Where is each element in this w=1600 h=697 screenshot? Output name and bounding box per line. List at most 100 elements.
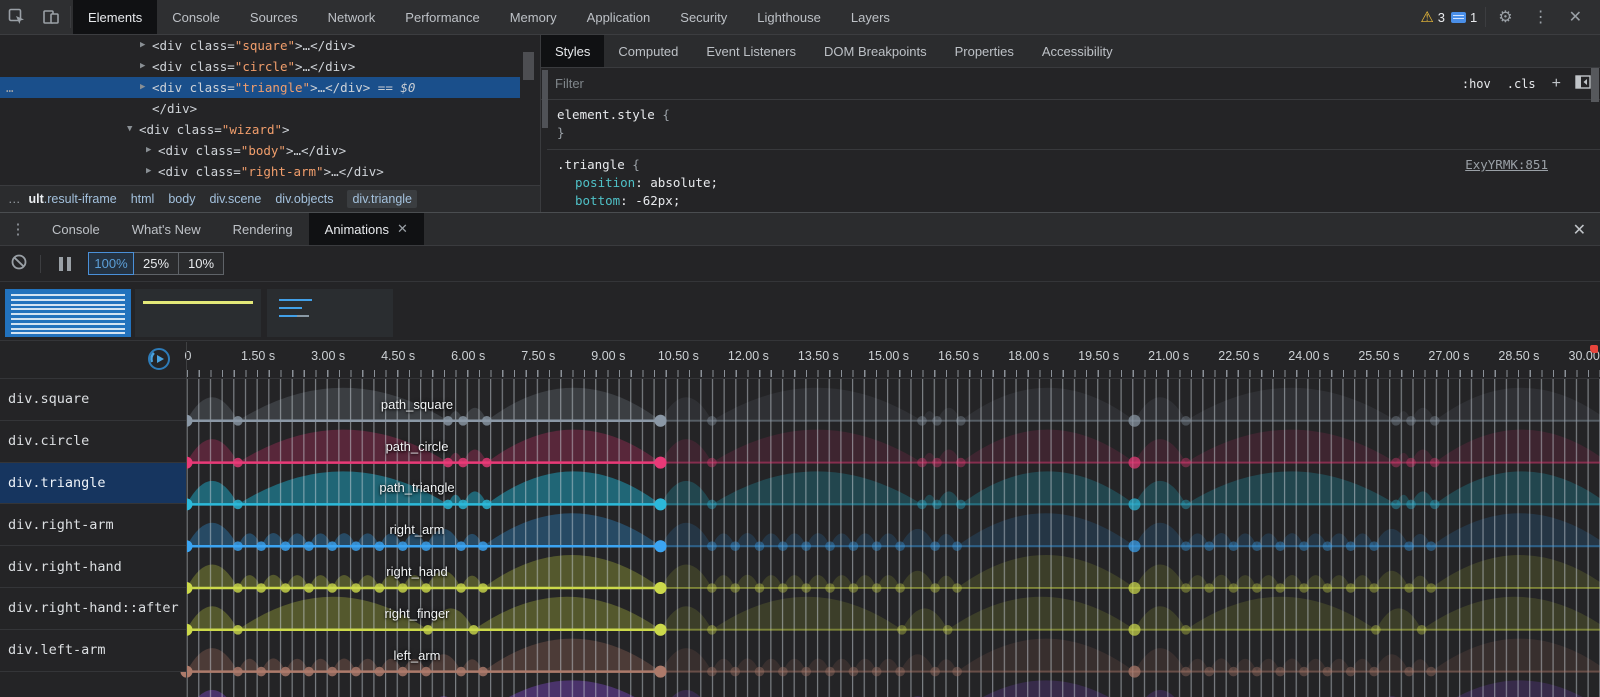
keyframe-dot[interactable] [917,500,927,510]
keyframe-dot[interactable] [707,583,717,593]
rule-selector[interactable]: element.style { [557,106,1600,124]
keyframe-dot[interactable] [956,416,966,426]
keyframe-dot[interactable] [256,541,266,551]
keyframe-dot[interactable] [930,667,940,677]
keyframe-dot[interactable] [730,541,740,551]
dom-row[interactable]: ▶<div class="circle">…</div> [0,56,520,77]
keyframe-dot[interactable] [1229,541,1239,551]
keyframe-dot[interactable] [707,541,717,551]
keyframe-dot[interactable] [375,541,385,551]
keyframe-dot[interactable] [655,498,667,510]
keyframe-dot[interactable] [952,583,962,593]
keyframe-dot[interactable] [1346,541,1356,551]
keyframe-dot[interactable] [1275,541,1285,551]
keyframe-dot[interactable] [443,416,453,426]
dom-row[interactable]: ▶<div class="body">…</div> [0,140,520,161]
keyframe-dot[interactable] [1346,583,1356,593]
keyframe-dot[interactable] [1371,625,1381,635]
keyframe-dot[interactable] [778,541,788,551]
keyframe-dot[interactable] [952,667,962,677]
keyframe-dot[interactable] [707,667,717,677]
keyframe-dot[interactable] [730,667,740,677]
track-node-div-left-arm[interactable]: div.left-arm [0,630,187,672]
issues-icon[interactable] [1451,12,1466,23]
keyframe-dot[interactable] [1129,624,1141,636]
keyframe-dot[interactable] [478,667,488,677]
keyframe-dot[interactable] [707,458,717,468]
keyframe-dot[interactable] [655,582,667,594]
keyframe-dot[interactable] [233,458,243,468]
animation-group-preview-2[interactable] [135,289,261,337]
rate-button-100[interactable]: 100% [88,252,134,275]
keyframe-dot[interactable] [233,625,243,635]
keyframe-dot[interactable] [801,541,811,551]
keyframe-dot[interactable] [755,541,765,551]
keyframe-dot[interactable] [1369,667,1379,677]
device-toolbar-icon[interactable] [34,0,68,34]
keyframe-dot[interactable] [443,458,453,468]
dom-row[interactable]: …▶<div class="triangle">…</div> == $0 [0,77,520,98]
keyframe-dot[interactable] [943,625,953,635]
new-style-rule-button[interactable]: + [1552,75,1561,93]
keyframe-dot[interactable] [1204,667,1214,677]
tab-application[interactable]: Application [572,0,666,34]
keyframe-dot[interactable] [1275,667,1285,677]
keyframe-dot[interactable] [930,583,940,593]
keyframe-dot[interactable] [801,667,811,677]
drawer-tab-console[interactable]: Console [36,213,116,245]
collapse-arrow-icon[interactable]: ▶ [140,77,145,98]
keyframe-dot[interactable] [932,458,942,468]
keyframe-dot[interactable] [1417,625,1427,635]
keyframe-dot[interactable] [1181,667,1191,677]
rule-selector[interactable]: .triangle { [557,156,1600,174]
keyframe-dot[interactable] [1229,583,1239,593]
track-node-div-right-hand[interactable]: div.right-hand [0,546,187,588]
keyframe-dot[interactable] [730,583,740,593]
track-node-div-square[interactable]: div.square [0,379,187,421]
keyframe-dot[interactable] [917,458,927,468]
keyframe-dot[interactable] [375,583,385,593]
issues-count[interactable]: 1 [1470,10,1477,25]
playhead-marker[interactable] [1590,345,1598,353]
breadcrumb-item[interactable]: div.scene [209,192,261,206]
keyframe-dot[interactable] [458,458,468,468]
keyframe-dot[interactable] [1406,416,1416,426]
keyframe-dot[interactable] [456,667,466,677]
keyframe-dot[interactable] [1181,583,1191,593]
keyframe-dot[interactable] [327,667,337,677]
keyframe-dot[interactable] [1129,498,1141,510]
timeline-tracks[interactable]: div.squarediv.circlediv.trianglediv.righ… [0,378,1600,697]
stylesheet-link[interactable]: ExyYRMK:851 [1465,157,1548,172]
keyframe-dot[interactable] [233,583,243,593]
keyframe-dot[interactable] [327,541,337,551]
breadcrumb-item[interactable]: html [131,192,155,206]
replay-timeline-button[interactable] [146,346,172,372]
keyframe-dot[interactable] [1404,667,1414,677]
keyframe-dot[interactable] [233,667,243,677]
rate-button-25[interactable]: 25% [133,252,179,275]
keyframe-dot[interactable] [1299,541,1309,551]
keyframe-dot[interactable] [849,583,859,593]
keyframe-dot[interactable] [281,541,291,551]
keyframe-dot[interactable] [778,667,788,677]
breadcrumb-item-selected[interactable]: div.triangle [347,190,417,208]
keyframe-dot[interactable] [1406,500,1416,510]
animation-group-preview-3[interactable] [267,289,393,337]
breadcrumb-overflow[interactable]: … [8,192,22,206]
keyframe-dot[interactable] [872,541,882,551]
keyframe-dot[interactable] [233,541,243,551]
keyframe-dot[interactable] [1426,667,1436,677]
keyframe-dot[interactable] [478,583,488,593]
keyframe-dot[interactable] [351,583,361,593]
dom-row[interactable]: ▶<div class="square">…</div> [0,35,520,56]
keyframe-dot[interactable] [458,500,468,510]
keyframe-dot[interactable] [956,458,966,468]
keyframe-dot[interactable] [1404,583,1414,593]
keyframe-dot[interactable] [1323,667,1333,677]
tab-properties[interactable]: Properties [941,35,1028,67]
keyframe-dot[interactable] [1181,541,1191,551]
keyframe-dot[interactable] [932,500,942,510]
keyframe-dot[interactable] [952,541,962,551]
drawer-tab-rendering[interactable]: Rendering [217,213,309,245]
keyframe-dot[interactable] [755,583,765,593]
